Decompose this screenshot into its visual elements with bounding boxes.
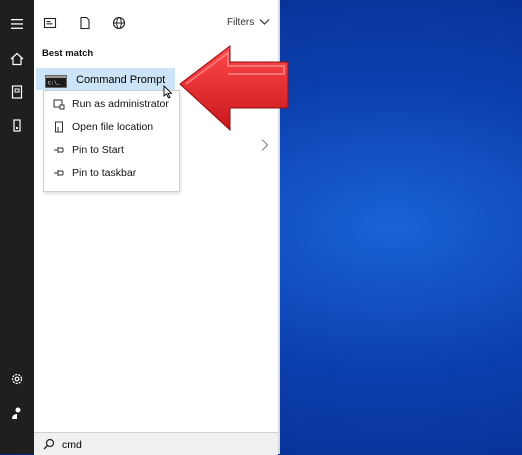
context-item-label: Open file location <box>72 121 154 133</box>
document-icon[interactable] <box>78 16 92 30</box>
documents-icon[interactable] <box>9 84 25 100</box>
pin-icon <box>54 147 64 153</box>
chevron-right-icon[interactable] <box>260 138 270 152</box>
search-input[interactable]: cmd <box>62 439 82 451</box>
context-item-label: Run as administrator <box>72 98 169 110</box>
apps-icon[interactable] <box>43 16 57 30</box>
command-prompt-result[interactable]: C:\_ Command Prompt <box>36 68 175 90</box>
context-item-label: Pin to taskbar <box>72 167 137 179</box>
context-menu: Run as administrator Open file location … <box>43 90 180 192</box>
run-as-admin-icon <box>53 99 65 110</box>
context-item-pin-to-start[interactable]: Pin to Start <box>44 139 179 161</box>
mouse-cursor-icon <box>163 85 173 99</box>
svg-text:C:\_: C:\_ <box>48 81 61 87</box>
web-icon[interactable] <box>112 16 126 30</box>
pin-icon <box>54 170 64 176</box>
command-prompt-icon: C:\_ <box>45 75 67 88</box>
home-icon[interactable] <box>9 51 25 67</box>
filters-label: Filters <box>227 17 255 28</box>
search-box[interactable]: cmd <box>34 432 278 455</box>
file-location-icon <box>55 121 63 133</box>
context-item-label: Pin to Start <box>72 144 124 156</box>
chevron-down-icon <box>259 19 270 26</box>
filters-dropdown[interactable]: Filters <box>227 17 270 28</box>
red-arrow-icon <box>179 44 289 132</box>
hamburger-icon[interactable] <box>9 16 25 32</box>
settings-icon[interactable] <box>9 371 25 387</box>
result-label: Command Prompt <box>76 74 166 86</box>
user-icon[interactable] <box>9 405 25 421</box>
context-item-run-as-administrator[interactable]: Run as administrator <box>44 93 179 115</box>
device-icon[interactable] <box>9 118 25 134</box>
context-item-open-file-location[interactable]: Open file location <box>44 116 179 138</box>
context-item-pin-to-taskbar[interactable]: Pin to taskbar <box>44 162 179 184</box>
best-match-heading: Best match <box>42 48 94 59</box>
search-icon <box>43 438 55 450</box>
start-menu-sidebar <box>0 0 34 454</box>
